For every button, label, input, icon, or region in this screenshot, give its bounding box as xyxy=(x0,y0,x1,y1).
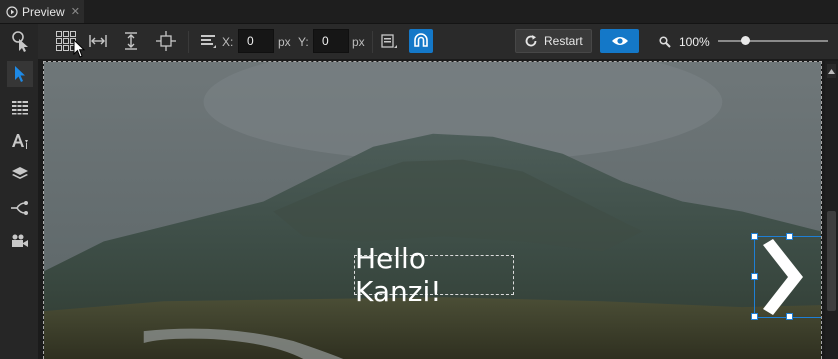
restart-button[interactable]: Restart xyxy=(515,29,592,53)
align-icon xyxy=(201,35,216,48)
alignment-button[interactable] xyxy=(196,29,220,53)
chevron-right-icon xyxy=(763,239,803,315)
selection-handle[interactable] xyxy=(786,233,793,240)
preview-viewport[interactable]: Hello Kanzi! xyxy=(43,61,822,359)
pick-tool-button[interactable] xyxy=(7,28,33,54)
refresh-icon xyxy=(524,34,538,48)
table-tool-button[interactable] xyxy=(7,94,33,120)
arrow-cursor-icon xyxy=(15,66,25,82)
table-icon xyxy=(12,100,28,115)
pick-cursor-icon xyxy=(12,31,28,52)
fit-width-button[interactable] xyxy=(86,29,110,53)
toolbar-separator xyxy=(188,31,189,53)
toolbar-separator xyxy=(372,31,373,53)
zoom-icon xyxy=(659,36,671,48)
vertical-scrollbar[interactable] xyxy=(825,61,838,359)
text-style-icon xyxy=(12,134,28,149)
tab-preview[interactable]: Preview ✕ xyxy=(0,0,84,23)
toolbar: X: 0 px Y: 0 px Restart 100% xyxy=(0,24,838,59)
selection-handle[interactable] xyxy=(751,233,758,240)
mountain-background-image xyxy=(44,62,821,359)
scroll-thumb[interactable] xyxy=(827,211,836,311)
eye-icon xyxy=(611,37,628,45)
zoom-slider-track[interactable] xyxy=(718,40,828,42)
text-tool-button[interactable] xyxy=(7,128,33,154)
restart-label: Restart xyxy=(544,34,583,48)
tab-label: Preview xyxy=(22,4,65,19)
close-icon[interactable]: ✕ xyxy=(71,5,80,18)
select-tool-button[interactable] xyxy=(7,61,33,87)
hello-text-node[interactable]: Hello Kanzi! xyxy=(354,242,514,308)
x-unit: px xyxy=(278,35,291,49)
selection-handle[interactable] xyxy=(751,313,758,320)
expand-icon xyxy=(156,31,176,51)
magnet-icon xyxy=(414,33,428,47)
layers-icon xyxy=(12,167,28,179)
binding-tool-button[interactable] xyxy=(7,195,33,221)
video-camera-icon xyxy=(12,234,28,247)
y-label: Y: xyxy=(298,35,309,49)
tool-rail xyxy=(0,24,38,359)
y-unit: px xyxy=(352,35,365,49)
fit-both-button[interactable] xyxy=(154,29,178,53)
scroll-up-arrow-icon[interactable] xyxy=(827,64,836,78)
play-circle-icon xyxy=(6,5,18,18)
selection-handle[interactable] xyxy=(751,273,758,280)
snap-toggle-button[interactable] xyxy=(409,29,433,53)
layout-icon xyxy=(381,34,397,48)
next-arrow-node[interactable] xyxy=(751,233,821,320)
x-label: X: xyxy=(222,35,234,49)
vertical-stretch-icon xyxy=(125,32,137,50)
camera-tool-button[interactable] xyxy=(7,228,33,254)
mouse-pointer-icon xyxy=(73,39,86,58)
zoom-slider-thumb[interactable] xyxy=(741,36,750,45)
zoom-level: 100% xyxy=(679,35,710,49)
layers-tool-button[interactable] xyxy=(7,161,33,187)
y-field[interactable]: 0 xyxy=(313,29,349,53)
selection-handle[interactable] xyxy=(786,313,793,320)
fit-height-button[interactable] xyxy=(119,29,143,53)
x-field[interactable]: 0 xyxy=(238,29,274,53)
horizontal-stretch-icon xyxy=(89,35,107,47)
preview-visibility-button[interactable] xyxy=(600,29,639,53)
layout-options-button[interactable] xyxy=(377,29,401,53)
tab-bar: Preview ✕ xyxy=(0,0,838,24)
connect-icon xyxy=(11,201,28,215)
